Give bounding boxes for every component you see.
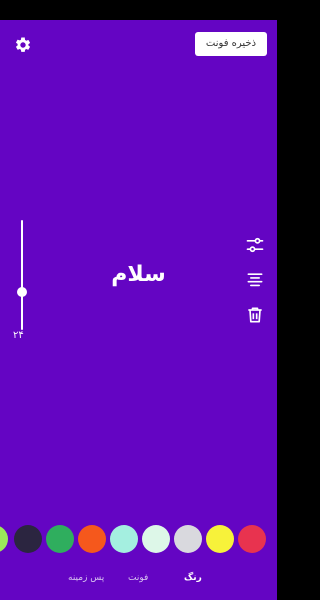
color-swatch[interactable] xyxy=(206,525,234,553)
status-bar xyxy=(0,0,277,20)
trash-icon[interactable] xyxy=(245,305,265,325)
color-palette xyxy=(0,523,277,555)
preview-text[interactable]: سلام xyxy=(0,262,277,287)
align-center-icon[interactable] xyxy=(245,270,265,290)
bottom-tabs: رنگ فونت پس زمینه xyxy=(0,573,277,593)
editor-canvas[interactable]: ذخیره فونت ۲۴ سلام رنگ فونت پس زمینه xyxy=(0,20,277,600)
settings-sliders-icon[interactable] xyxy=(245,235,265,255)
tab-color[interactable]: رنگ xyxy=(184,573,202,583)
tab-font[interactable]: فونت xyxy=(128,573,148,583)
color-swatch[interactable] xyxy=(110,525,138,553)
slider-thumb[interactable] xyxy=(17,287,27,297)
color-swatch[interactable] xyxy=(46,525,74,553)
font-size-value: ۲۴ xyxy=(13,330,24,341)
color-swatch[interactable] xyxy=(238,525,266,553)
save-font-button[interactable]: ذخیره فونت xyxy=(195,32,267,56)
color-swatch[interactable] xyxy=(174,525,202,553)
color-swatch[interactable] xyxy=(142,525,170,553)
tab-background[interactable]: پس زمینه xyxy=(68,573,104,583)
gear-icon[interactable] xyxy=(14,36,32,54)
color-swatch[interactable] xyxy=(78,525,106,553)
color-swatch[interactable] xyxy=(14,525,42,553)
color-swatch[interactable] xyxy=(0,525,8,553)
